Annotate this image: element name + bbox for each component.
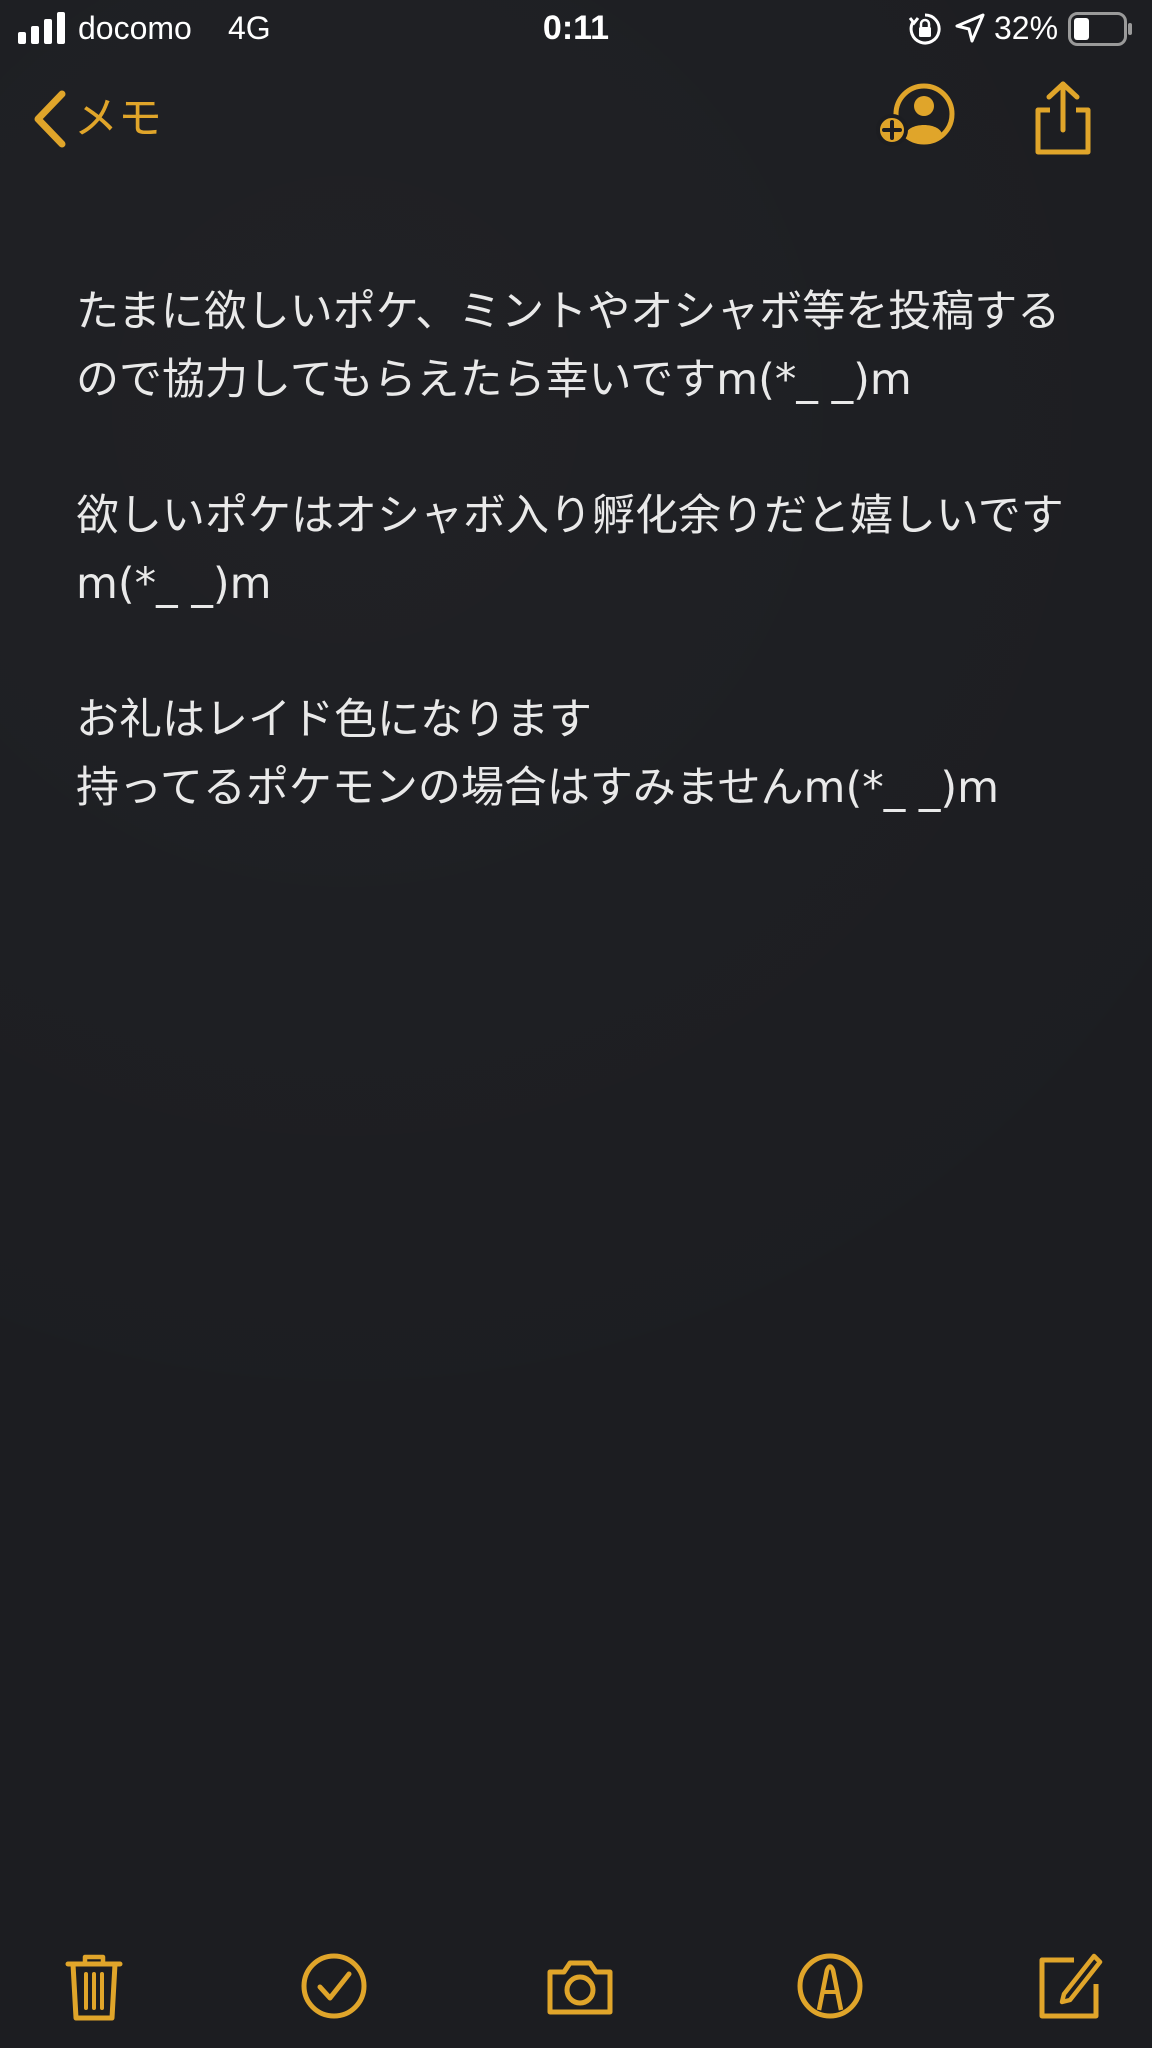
camera-icon[interactable] xyxy=(544,1950,616,2022)
add-person-icon[interactable] xyxy=(876,82,956,152)
compose-icon[interactable] xyxy=(1034,1950,1106,2022)
note-body[interactable]: たまに欲しいポケ、ミントやオシャボ等を投稿するので協力してもらえたら幸いですm(… xyxy=(76,278,1086,822)
chevron-left-icon xyxy=(34,90,66,148)
back-label: メモ xyxy=(74,93,162,144)
trash-icon[interactable] xyxy=(58,1950,130,2022)
back-button[interactable]: メモ xyxy=(30,84,162,154)
note-paragraph: たまに欲しいポケ、ミントやオシャボ等を投稿するので協力してもらえたら幸いですm(… xyxy=(76,287,1061,405)
battery-percent: 32% xyxy=(994,10,1059,46)
orientation-lock-icon xyxy=(908,13,941,45)
checklist-icon[interactable] xyxy=(298,1950,370,2022)
battery-icon xyxy=(1068,12,1132,46)
note-paragraph: お礼はレイド色になります 持ってるポケモンの場合はすみませんm(*_ _)m xyxy=(76,695,1000,813)
location-arrow-icon xyxy=(955,13,985,43)
markup-icon[interactable] xyxy=(794,1950,866,2022)
note-paragraph: 欲しいポケはオシャボ入り孵化余りだと嬉しいですm(*_ _)m xyxy=(76,491,1064,609)
share-icon[interactable] xyxy=(1032,80,1094,156)
status-bar: docomo 4G 0:11 32% xyxy=(0,0,1152,60)
